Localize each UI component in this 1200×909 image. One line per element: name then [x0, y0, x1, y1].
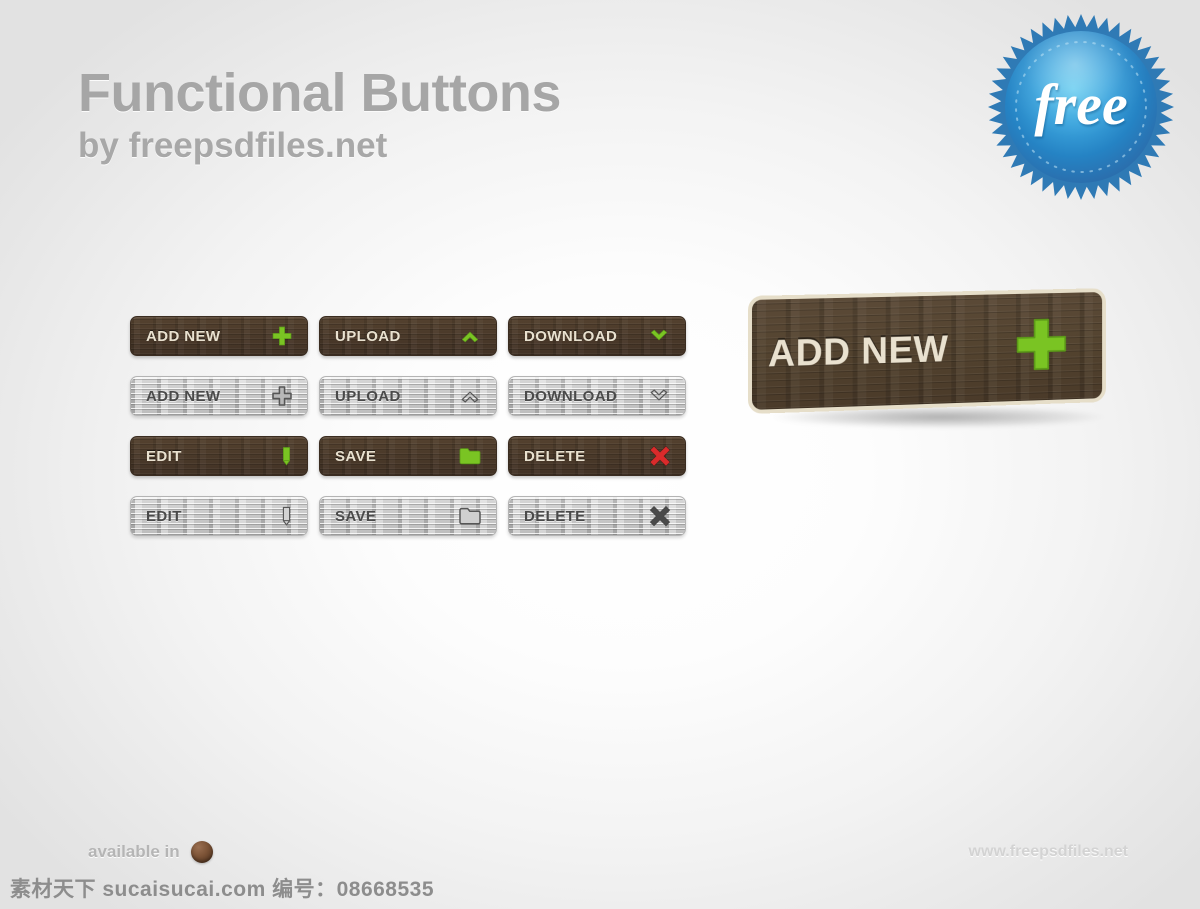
- cross-icon: [649, 505, 671, 527]
- poster-canvas: Functional Buttons by freepsdfiles.net f…: [0, 0, 1200, 909]
- save-button-dark[interactable]: SAVE: [319, 436, 497, 476]
- free-badge: free: [986, 12, 1176, 202]
- pencil-outline-icon: [280, 504, 293, 528]
- chevron-up-icon: [458, 328, 482, 345]
- button-label: SAVE: [335, 507, 377, 525]
- plus-icon: [271, 325, 293, 347]
- button-label: SAVE: [335, 447, 377, 465]
- button-row: ADD NEW UPLOAD DOWNLOAD: [130, 376, 697, 436]
- button-row: EDIT SAVE DELETE: [130, 436, 697, 496]
- plus-icon: [1012, 314, 1070, 381]
- pencil-icon: [280, 444, 293, 468]
- button-grid: ADD NEW UPLOAD DOWNLOAD ADD NEW UPLOAD DOWNLO…: [130, 316, 697, 556]
- plus-outline-icon: [271, 385, 293, 407]
- button-label: DOWNLOAD: [524, 327, 618, 345]
- chevron-up-outline-icon: [458, 388, 482, 405]
- button-label: UPLOAD: [335, 327, 401, 345]
- save-button-light[interactable]: SAVE: [319, 496, 497, 536]
- site-url: www.freepsdfiles.net: [968, 843, 1128, 860]
- header: Functional Buttons by freepsdfiles.net: [78, 66, 561, 167]
- chevron-down-icon: [647, 328, 671, 345]
- edit-button-dark[interactable]: EDIT: [130, 436, 308, 476]
- button-label: DELETE: [524, 507, 586, 525]
- featured-button-label: ADD NEW: [767, 328, 949, 375]
- cross-icon: [649, 445, 671, 467]
- download-button-light[interactable]: DOWNLOAD: [508, 376, 686, 416]
- button-label: ADD NEW: [146, 327, 221, 345]
- add-new-button-dark[interactable]: ADD NEW: [130, 316, 308, 356]
- edit-button-light[interactable]: EDIT: [130, 496, 308, 536]
- folder-icon: [458, 446, 482, 466]
- stock-watermark: 素材天下 sucaisucai.com 编号：08668535: [10, 878, 435, 901]
- page-title: Functional Buttons: [78, 63, 561, 123]
- add-new-button-light[interactable]: ADD NEW: [130, 376, 308, 416]
- featured-add-new-button[interactable]: ADD NEW: [748, 288, 1106, 414]
- button-label: UPLOAD: [335, 387, 401, 405]
- upload-button-dark[interactable]: UPLOAD: [319, 316, 497, 356]
- featured-button-wrapper: ADD NEW: [748, 288, 1128, 436]
- psd-ball-icon: [190, 841, 213, 863]
- folder-outline-icon: [458, 506, 482, 526]
- button-label: DELETE: [524, 447, 586, 465]
- download-button-dark[interactable]: DOWNLOAD: [508, 316, 686, 356]
- button-row: EDIT SAVE DELETE: [130, 496, 697, 556]
- button-label: EDIT: [146, 507, 182, 525]
- available-in-label: available in: [88, 842, 180, 861]
- upload-button-light[interactable]: UPLOAD: [319, 376, 497, 416]
- badge-label: free: [1034, 72, 1127, 137]
- button-label: DOWNLOAD: [524, 387, 618, 405]
- button-row: ADD NEW UPLOAD DOWNLOAD: [130, 316, 697, 376]
- button-label: ADD NEW: [146, 387, 221, 405]
- delete-button-dark[interactable]: DELETE: [508, 436, 686, 476]
- page-subtitle: by freepsdfiles.net: [78, 126, 388, 165]
- button-label: EDIT: [146, 447, 182, 465]
- chevron-down-outline-icon: [647, 388, 671, 405]
- available-in-block: available in: [88, 841, 213, 863]
- delete-button-light[interactable]: DELETE: [508, 496, 686, 536]
